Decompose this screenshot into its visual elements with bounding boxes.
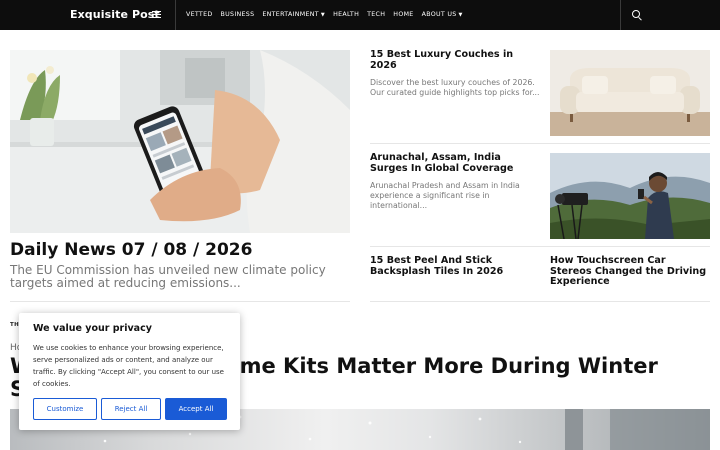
article-title[interactable]: 15 Best Luxury Couches in 2026 — [370, 49, 540, 71]
article-excerpt: Discover the best luxury couches of 2026… — [370, 78, 540, 97]
phone-in-hand-illustration — [10, 50, 350, 233]
divider — [370, 246, 710, 247]
nav-divider — [175, 0, 176, 30]
hamburger-menu-icon[interactable] — [152, 11, 161, 18]
landscape-photographer-image — [550, 153, 710, 239]
search-icon[interactable] — [632, 10, 640, 18]
nav-item-business[interactable]: BUSINESS — [221, 11, 255, 18]
divider — [370, 301, 710, 302]
hero-excerpt: The EU Commission has unveiled new clima… — [10, 263, 326, 290]
nav-item-about-us[interactable]: ABOUT US ▼ — [422, 11, 463, 18]
article-title[interactable]: How Touchscreen Car Stereos Changed the … — [550, 255, 710, 288]
nav-item-vetted[interactable]: VETTED — [186, 11, 213, 18]
nav-item-tech[interactable]: TECH — [367, 11, 385, 18]
nav-item-entertainment[interactable]: ENTERTAINMENT ▼ — [262, 11, 325, 18]
hero-image[interactable] — [10, 50, 350, 233]
nav-item-label: ENTERTAINMENT — [262, 11, 319, 18]
nav-item-home[interactable]: HOME — [393, 11, 413, 18]
nav-divider — [620, 0, 621, 30]
main-nav: VETTED BUSINESS ENTERTAINMENT ▼ HEALTH TE… — [186, 11, 463, 18]
reject-all-button[interactable]: Reject All — [101, 398, 161, 420]
nav-item-label: ABOUT US — [421, 11, 457, 18]
divider — [370, 143, 710, 144]
article-title[interactable]: Arunachal, Assam, India Surges In Global… — [370, 152, 540, 174]
divider — [10, 301, 350, 302]
couch-thumbnail[interactable] — [550, 50, 710, 136]
accept-all-button[interactable]: Accept All — [165, 398, 227, 420]
cookie-consent-dialog: We value your privacy We use cookies to … — [19, 313, 240, 430]
nav-item-health[interactable]: HEALTH — [333, 11, 359, 18]
article-excerpt: Arunachal Pradesh and Assam in India exp… — [370, 181, 520, 210]
customize-button[interactable]: Customize — [33, 398, 97, 420]
chevron-down-icon: ▼ — [320, 12, 326, 18]
camera-person-thumbnail[interactable] — [550, 153, 710, 239]
article-title[interactable]: 15 Best Peel And Stick Backsplash Tiles … — [370, 255, 540, 277]
couch-image — [550, 50, 710, 136]
cookie-dialog-title: We value your privacy — [33, 323, 152, 334]
cookie-dialog-text: We use cookies to enhance your browsing … — [33, 344, 224, 388]
top-navigation-bar: Exquisite Post VETTED BUSINESS ENTERTAIN… — [0, 0, 720, 30]
hero-title[interactable]: Daily News 07 / 08 / 2026 — [10, 240, 252, 260]
chevron-down-icon: ▼ — [458, 12, 463, 18]
site-logo[interactable]: Exquisite Post — [70, 8, 160, 21]
